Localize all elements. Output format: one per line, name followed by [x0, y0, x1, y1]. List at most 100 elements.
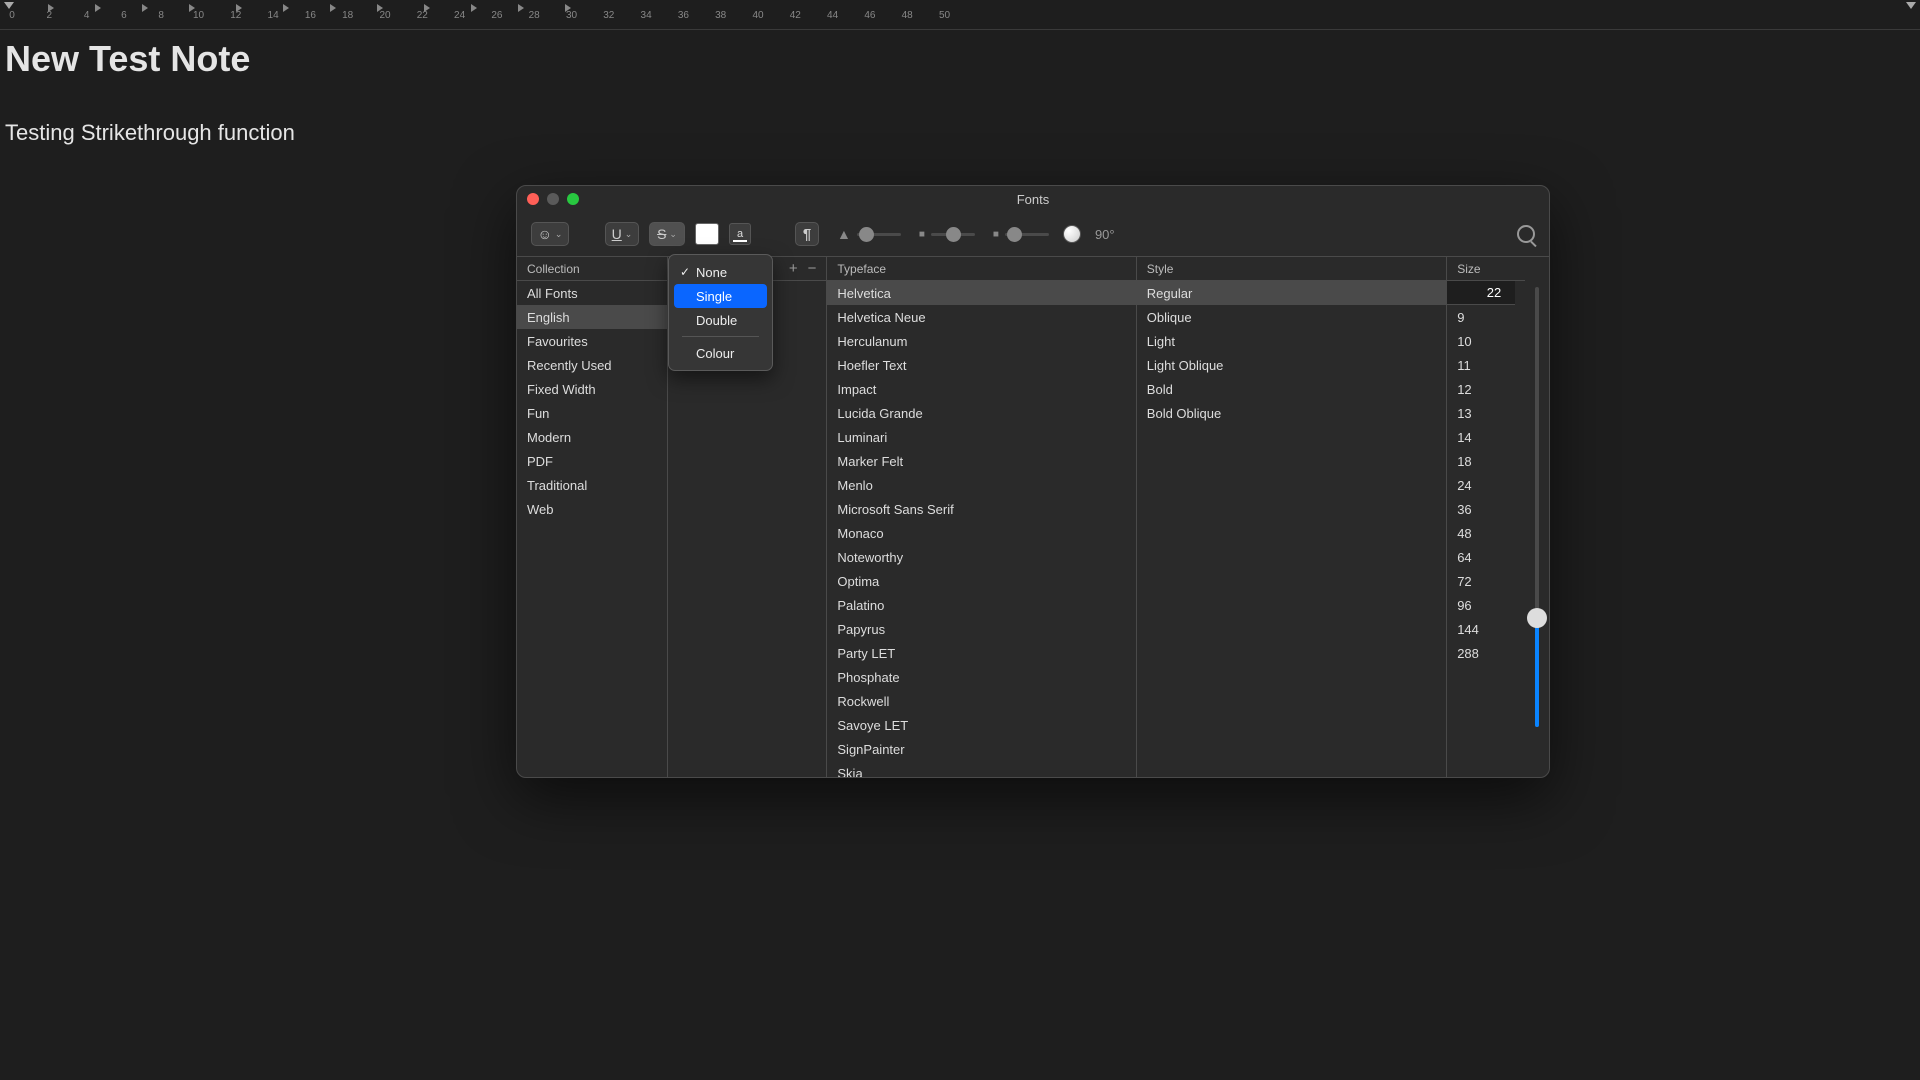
list-item[interactable]: Traditional	[517, 473, 667, 497]
list-item[interactable]: Oblique	[1137, 305, 1446, 329]
emoji-icon: ☺	[538, 226, 552, 242]
size-list[interactable]: 9101112131418243648647296144288	[1447, 305, 1525, 777]
list-item[interactable]: PDF	[517, 449, 667, 473]
list-item[interactable]: Modern	[517, 425, 667, 449]
close-button[interactable]	[527, 193, 539, 205]
list-item[interactable]: 10	[1447, 329, 1525, 353]
list-item[interactable]: Fixed Width	[517, 377, 667, 401]
panel-titlebar[interactable]: Fonts	[517, 186, 1549, 212]
list-item[interactable]: Luminari	[827, 425, 1135, 449]
list-item[interactable]: Marker Felt	[827, 449, 1135, 473]
list-item[interactable]: Savoye LET	[827, 713, 1135, 737]
zoom-button[interactable]	[567, 193, 579, 205]
list-item[interactable]: Light Oblique	[1137, 353, 1446, 377]
size-slider[interactable]	[1525, 257, 1549, 777]
list-item[interactable]: 36	[1447, 497, 1525, 521]
ruler-tick: 32	[603, 10, 614, 21]
list-item[interactable]: Noteworthy	[827, 545, 1135, 569]
list-item[interactable]: 144	[1447, 617, 1525, 641]
document-title[interactable]: New Test Note	[5, 38, 1915, 80]
list-item[interactable]: SignPainter	[827, 737, 1135, 761]
document-body[interactable]: Testing Strikethrough function	[5, 120, 1915, 146]
list-item[interactable]: 11	[1447, 353, 1525, 377]
ruler-markers	[0, 0, 1920, 10]
list-item[interactable]: 12	[1447, 377, 1525, 401]
list-item[interactable]: Palatino	[827, 593, 1135, 617]
style-list[interactable]: RegularObliqueLightLight ObliqueBoldBold…	[1137, 281, 1446, 777]
list-item[interactable]: Monaco	[827, 521, 1135, 545]
text-color-well[interactable]	[695, 223, 719, 245]
remove-family-button[interactable]: −	[808, 260, 817, 277]
size-slider-thumb[interactable]	[1527, 608, 1547, 628]
list-item[interactable]: 96	[1447, 593, 1525, 617]
search-icon[interactable]	[1517, 225, 1535, 243]
strikethrough-button[interactable]: S ⌄	[649, 222, 685, 246]
document-area[interactable]: New Test Note Testing Strikethrough func…	[0, 30, 1920, 154]
list-item[interactable]: Recently Used	[517, 353, 667, 377]
list-item[interactable]: Bold	[1137, 377, 1446, 401]
list-item[interactable]: 24	[1447, 473, 1525, 497]
ruler-tick: 0	[9, 10, 15, 21]
shadow-angle-value: 90°	[1095, 227, 1115, 242]
size-input[interactable]	[1447, 281, 1515, 305]
list-item[interactable]: Phosphate	[827, 665, 1135, 689]
document-color-button[interactable]: a	[729, 223, 751, 245]
typeface-list[interactable]: HelveticaHelvetica NeueHerculanumHoefler…	[827, 281, 1135, 777]
collection-column: Collection All FontsEnglishFavouritesRec…	[517, 257, 668, 777]
paragraph-button[interactable]: ¶	[795, 222, 819, 246]
menu-item-single[interactable]: Single	[674, 284, 767, 308]
list-item[interactable]: 72	[1447, 569, 1525, 593]
underline-button[interactable]: U ⌄	[605, 222, 639, 246]
list-item[interactable]: Impact	[827, 377, 1135, 401]
shadow-opacity-slider: ▲	[837, 226, 901, 242]
ruler-tick: 48	[902, 10, 913, 21]
list-item[interactable]: 14	[1447, 425, 1525, 449]
list-item[interactable]: Hoefler Text	[827, 353, 1135, 377]
list-item[interactable]: Lucida Grande	[827, 401, 1135, 425]
list-item[interactable]: English	[517, 305, 667, 329]
list-item[interactable]: Party LET	[827, 641, 1135, 665]
list-item[interactable]: Rockwell	[827, 689, 1135, 713]
list-item[interactable]: Papyrus	[827, 617, 1135, 641]
menu-item-colour[interactable]: Colour	[674, 341, 767, 365]
list-item[interactable]: Light	[1137, 329, 1446, 353]
list-item[interactable]: 9	[1447, 305, 1525, 329]
list-item[interactable]: Regular	[1137, 281, 1446, 305]
ruler[interactable]: 0246810121416182022242628303234363840424…	[0, 0, 1920, 30]
list-item[interactable]: 18	[1447, 449, 1525, 473]
list-item[interactable]: Microsoft Sans Serif	[827, 497, 1135, 521]
list-item[interactable]: 288	[1447, 641, 1525, 665]
add-family-button[interactable]: +	[789, 260, 798, 277]
list-item[interactable]: Helvetica Neue	[827, 305, 1135, 329]
collection-list[interactable]: All FontsEnglishFavouritesRecently UsedF…	[517, 281, 667, 777]
shadow-offset-track[interactable]	[1005, 233, 1049, 236]
list-item[interactable]: Favourites	[517, 329, 667, 353]
shadow-blur-track[interactable]	[931, 233, 975, 236]
list-item[interactable]: Helvetica	[827, 281, 1135, 305]
list-item[interactable]: Optima	[827, 569, 1135, 593]
chevron-down-icon: ⌄	[625, 229, 633, 240]
list-item[interactable]: 48	[1447, 521, 1525, 545]
list-item[interactable]: Bold Oblique	[1137, 401, 1446, 425]
menu-separator	[682, 336, 759, 337]
list-item[interactable]: Skia	[827, 761, 1135, 777]
list-item[interactable]: Herculanum	[827, 329, 1135, 353]
list-item[interactable]: Web	[517, 497, 667, 521]
shadow-angle-dial[interactable]	[1063, 225, 1081, 243]
list-item[interactable]: All Fonts	[517, 281, 667, 305]
ruler-tick: 2	[47, 10, 53, 21]
ruler-tick: 24	[454, 10, 465, 21]
shadow-offset-slider: ■	[993, 229, 1049, 240]
shadow-opacity-track[interactable]	[857, 233, 901, 236]
list-item[interactable]: 13	[1447, 401, 1525, 425]
menu-item-none[interactable]: None	[674, 260, 767, 284]
ruler-indent-marker[interactable]	[4, 2, 14, 9]
list-item[interactable]: 64	[1447, 545, 1525, 569]
emoji-button[interactable]: ☺ ⌄	[531, 222, 569, 246]
list-item[interactable]: Menlo	[827, 473, 1135, 497]
ruler-right-indent-marker[interactable]	[1906, 2, 1916, 9]
ruler-tick: 44	[827, 10, 838, 21]
ruler-tick: 6	[121, 10, 127, 21]
menu-item-double[interactable]: Double	[674, 308, 767, 332]
list-item[interactable]: Fun	[517, 401, 667, 425]
